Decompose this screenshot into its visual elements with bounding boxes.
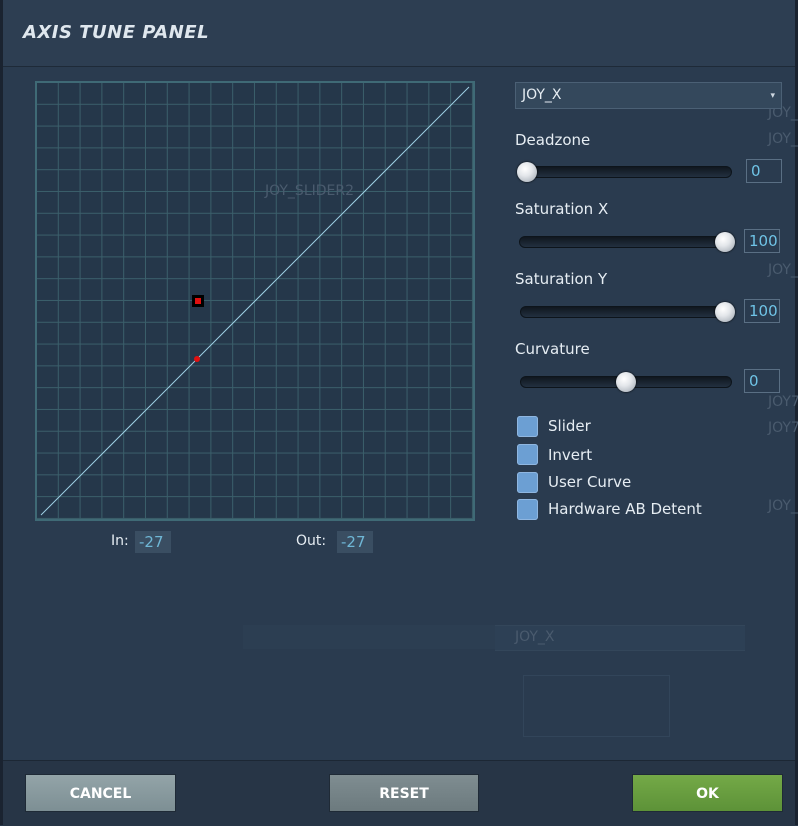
deadzone-slider[interactable]: [519, 166, 732, 178]
saturation-x-label: Saturation X: [515, 200, 609, 218]
response-curve-line: [40, 86, 470, 516]
ok-button[interactable]: OK: [632, 774, 783, 812]
hardware-ab-detent-checkbox-label: Hardware AB Detent: [548, 500, 702, 518]
saturation-x-slider-thumb[interactable]: [715, 232, 735, 252]
invert-checkbox[interactable]: [517, 444, 538, 465]
deadzone-input[interactable]: 0: [746, 159, 782, 183]
axis-select[interactable]: JOY_X ▾: [515, 82, 782, 109]
saturation-y-slider-thumb[interactable]: [715, 302, 735, 322]
deadzone-slider-thumb[interactable]: [517, 162, 537, 182]
saturation-y-label: Saturation Y: [515, 270, 608, 288]
in-label: In:: [111, 533, 129, 549]
user-curve-checkbox-label: User Curve: [548, 473, 632, 491]
axis-select-value: JOY_X: [522, 87, 562, 103]
curve-plot: [40, 86, 470, 516]
saturation-x-slider[interactable]: [519, 236, 732, 248]
ghost-text-2: JOY_: [768, 131, 798, 147]
saturation-y-slider[interactable]: [520, 306, 732, 318]
ghost-row-left: [243, 625, 498, 649]
slider-checkbox[interactable]: [517, 416, 538, 437]
user-curve-checkbox[interactable]: [517, 472, 538, 493]
out-label: Out:: [296, 533, 327, 549]
reset-button[interactable]: RESET: [329, 774, 479, 812]
curve-control-point[interactable]: [192, 295, 204, 307]
ghost-box: [523, 675, 670, 737]
response-curve-graph[interactable]: JOY_SLIDER2: [35, 81, 475, 521]
slider-checkbox-label: Slider: [548, 417, 591, 435]
panel-title: AXIS TUNE PANEL: [23, 22, 210, 43]
ghost-text-4: JOY7: [768, 394, 798, 410]
current-position-dot: [194, 355, 201, 362]
ghost-text-5: JOY7: [768, 420, 798, 436]
curvature-label: Curvature: [515, 340, 590, 358]
ghost-text-3: JOY_: [768, 262, 798, 278]
curvature-input[interactable]: 0: [744, 369, 780, 393]
deadzone-label: Deadzone: [515, 131, 591, 149]
invert-checkbox-label: Invert: [548, 446, 593, 464]
hardware-ab-detent-checkbox[interactable]: [517, 499, 538, 520]
saturation-y-input[interactable]: 100: [744, 299, 780, 323]
chevron-down-icon: ▾: [770, 91, 775, 101]
curvature-slider-thumb[interactable]: [616, 372, 636, 392]
out-value: -27: [337, 531, 373, 553]
ghost-row: JOY_X: [495, 625, 745, 651]
in-value: -27: [135, 531, 171, 553]
title-bar: AXIS TUNE PANEL: [3, 0, 795, 67]
ghost-row-text: JOY_X: [515, 629, 555, 645]
axis-tune-panel: AXIS TUNE PANEL JOY_X JOY_ JOY_ JOY_ JOY…: [0, 0, 798, 826]
cancel-button[interactable]: CANCEL: [25, 774, 176, 812]
ghost-text-6: JOY_: [768, 498, 798, 514]
saturation-x-input[interactable]: 100: [744, 229, 780, 253]
